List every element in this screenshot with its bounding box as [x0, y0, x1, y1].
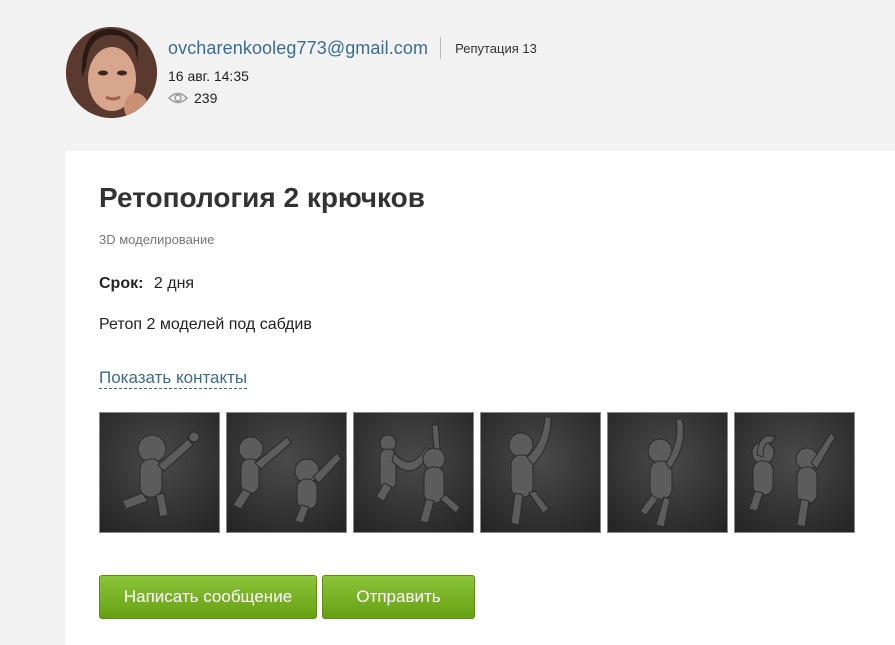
- divider: [440, 37, 442, 59]
- avatar[interactable]: [66, 27, 157, 118]
- task-card: Ретопология 2 крючков 3D моделирование С…: [65, 151, 895, 645]
- task-deadline: Срок: 2 дня: [99, 275, 194, 293]
- gallery-thumbnail-3[interactable]: [353, 412, 474, 533]
- gallery-thumbnail-1[interactable]: [99, 412, 220, 533]
- views-counter: 239: [168, 90, 217, 106]
- gallery-thumbnail-2[interactable]: [226, 412, 347, 533]
- gallery-thumbnail-4[interactable]: [480, 412, 601, 533]
- deadline-value: 2 дня: [153, 275, 195, 292]
- task-title: Ретопология 2 крючков: [99, 182, 425, 213]
- gallery-thumbnail-5[interactable]: [607, 412, 728, 533]
- send-button[interactable]: Отправить: [322, 575, 475, 619]
- views-count: 239: [194, 90, 218, 106]
- reputation-text: Репутация 13: [455, 40, 537, 56]
- gallery-thumbnail-6[interactable]: [734, 412, 855, 533]
- show-contacts-link[interactable]: Показать контакты: [99, 368, 248, 389]
- task-description: Ретоп 2 моделей под сабдив: [99, 316, 312, 333]
- task-category: 3D моделирование: [99, 232, 215, 247]
- author-email-link[interactable]: ovcharenkooleg773@gmail.com: [168, 38, 428, 59]
- eye-icon: [168, 92, 188, 104]
- author-line: ovcharenkooleg773@gmail.com Репутация 13: [168, 37, 537, 59]
- author-header: ovcharenkooleg773@gmail.com Репутация 13…: [66, 27, 866, 119]
- deadline-label: Срок:: [99, 275, 144, 292]
- post-date: 16 авг. 14:35: [168, 68, 249, 84]
- image-gallery: [99, 412, 861, 533]
- write-message-button[interactable]: Написать сообщение: [99, 575, 317, 619]
